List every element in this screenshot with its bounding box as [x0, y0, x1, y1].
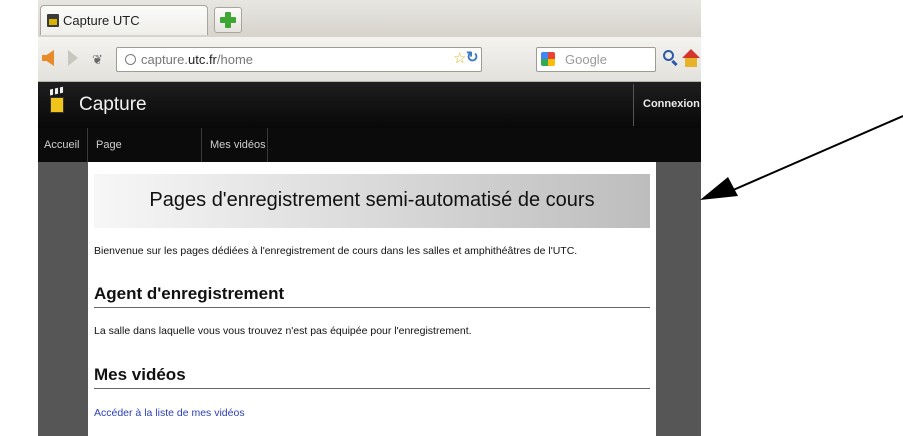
bookmark-star-icon[interactable]: ☆ [453, 51, 466, 66]
home-icon[interactable] [682, 49, 700, 69]
browser-tab[interactable]: Capture UTC [40, 5, 208, 35]
clapperboard-icon [47, 14, 59, 27]
section-divider [94, 307, 650, 308]
agent-heading: Agent d'enregistrement [94, 284, 285, 303]
back-arrow-icon[interactable] [42, 50, 54, 66]
site-nav: Accueil Page d'enregistrement Mes vidéos [38, 128, 701, 185]
site-name[interactable]: Capture [79, 94, 147, 116]
arrow-shaft [723, 115, 903, 195]
search-placeholder: Google [565, 52, 607, 67]
header-divider [633, 84, 634, 126]
url-text[interactable]: capture.utc.fr/home [141, 52, 253, 67]
navigation-toolbar: ❦ capture.utc.fr/home ☆ ↻ Google [38, 37, 701, 82]
intro-text: Bienvenue sur les pages dédiées à l'enre… [94, 245, 578, 257]
page-title: Pages d'enregistrement semi-automatisé d… [149, 189, 595, 211]
nav-item-mes-videos[interactable]: Mes vidéos [202, 128, 268, 162]
tab-title: Capture UTC [63, 13, 140, 28]
login-link[interactable]: Connexion [643, 98, 700, 110]
agent-status-text: La salle dans laquelle vous vous trouvez… [94, 325, 472, 337]
main-content: Pages d'enregistrement semi-automatisé d… [88, 162, 656, 436]
plus-icon [220, 11, 236, 29]
magnifier-icon[interactable] [663, 50, 674, 61]
search-bar[interactable]: Google [536, 47, 656, 72]
new-tab-button[interactable] [214, 7, 242, 33]
address-bar[interactable]: capture.utc.fr/home [116, 47, 482, 72]
nav-item-accueil[interactable]: Accueil [38, 128, 88, 162]
videos-heading: Mes vidéos [94, 365, 186, 384]
section-divider [94, 388, 650, 389]
browser-window: Capture UTC ❦ capture.utc.fr/home ☆ ↻ Go… [38, 0, 701, 436]
site-header: Capture Connexion [38, 82, 701, 128]
reload-icon[interactable]: ↻ [466, 50, 479, 65]
title-banner: Pages d'enregistrement semi-automatisé d… [94, 174, 650, 228]
globe-icon [125, 54, 136, 65]
tab-strip: Capture UTC [38, 0, 701, 37]
nav-item-enregistrement[interactable]: Page d'enregistrement [88, 128, 202, 185]
clapperboard-logo-icon [50, 88, 64, 114]
videos-list-link[interactable]: Accéder à la liste de mes vidéos [94, 407, 245, 419]
google-icon[interactable] [541, 52, 555, 66]
arrow-head-icon [700, 177, 738, 200]
key-icon[interactable]: ❦ [92, 52, 103, 68]
forward-arrow-icon[interactable] [68, 50, 78, 66]
